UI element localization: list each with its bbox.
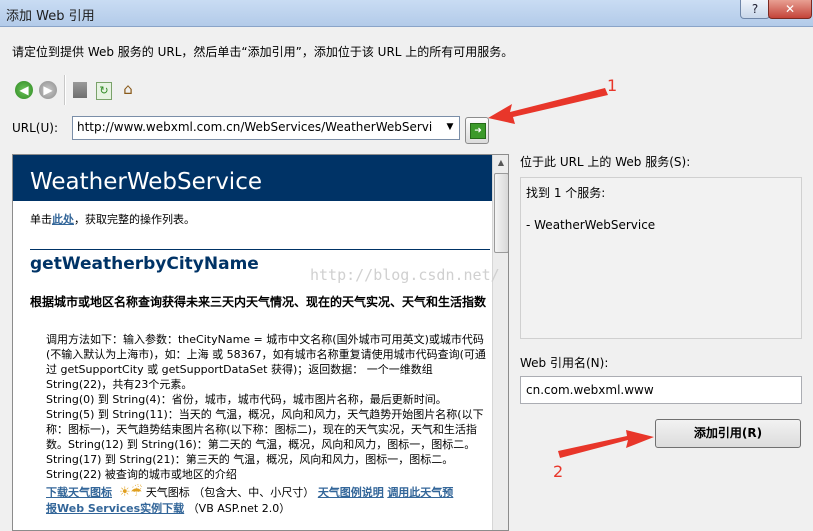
annotation-arrow-2 <box>558 430 654 458</box>
annotation-marker-1: 1 <box>607 76 618 95</box>
annotation-arrows <box>488 88 654 458</box>
annotation-marker-2: 2 <box>553 462 564 481</box>
annotation-arrow-1 <box>488 88 608 124</box>
